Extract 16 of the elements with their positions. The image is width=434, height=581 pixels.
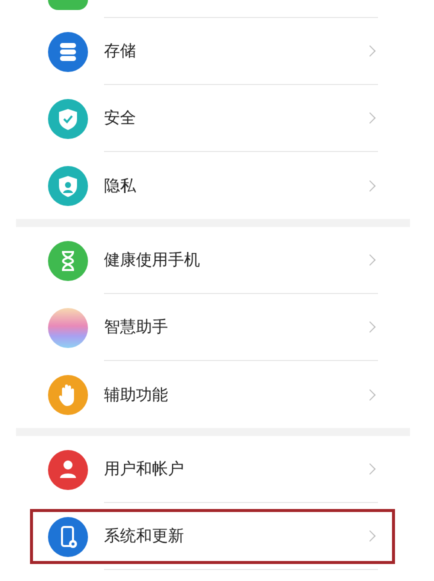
phone-gear-icon: [48, 516, 88, 556]
shield-person-icon: [48, 166, 88, 206]
setting-label[interactable]: 系统和更新: [104, 524, 366, 548]
setting-label[interactable]: 隐私: [104, 174, 366, 198]
hourglass-icon: [48, 240, 88, 280]
storage-icon: [48, 32, 88, 72]
user-icon: [48, 450, 88, 490]
setting-label[interactable]: 存储: [104, 39, 366, 63]
setting-label[interactable]: 用户和帐户: [104, 457, 366, 481]
setting-label[interactable]: 辅助功能: [104, 382, 366, 406]
gradient-orb-icon: [48, 308, 88, 348]
setting-label[interactable]: 智慧助手: [104, 315, 366, 339]
shield-icon: [48, 98, 88, 138]
setting-label[interactable]: 健康使用手机: [104, 248, 366, 272]
setting-label[interactable]: 安全: [104, 106, 366, 130]
hand-icon: [48, 374, 88, 414]
